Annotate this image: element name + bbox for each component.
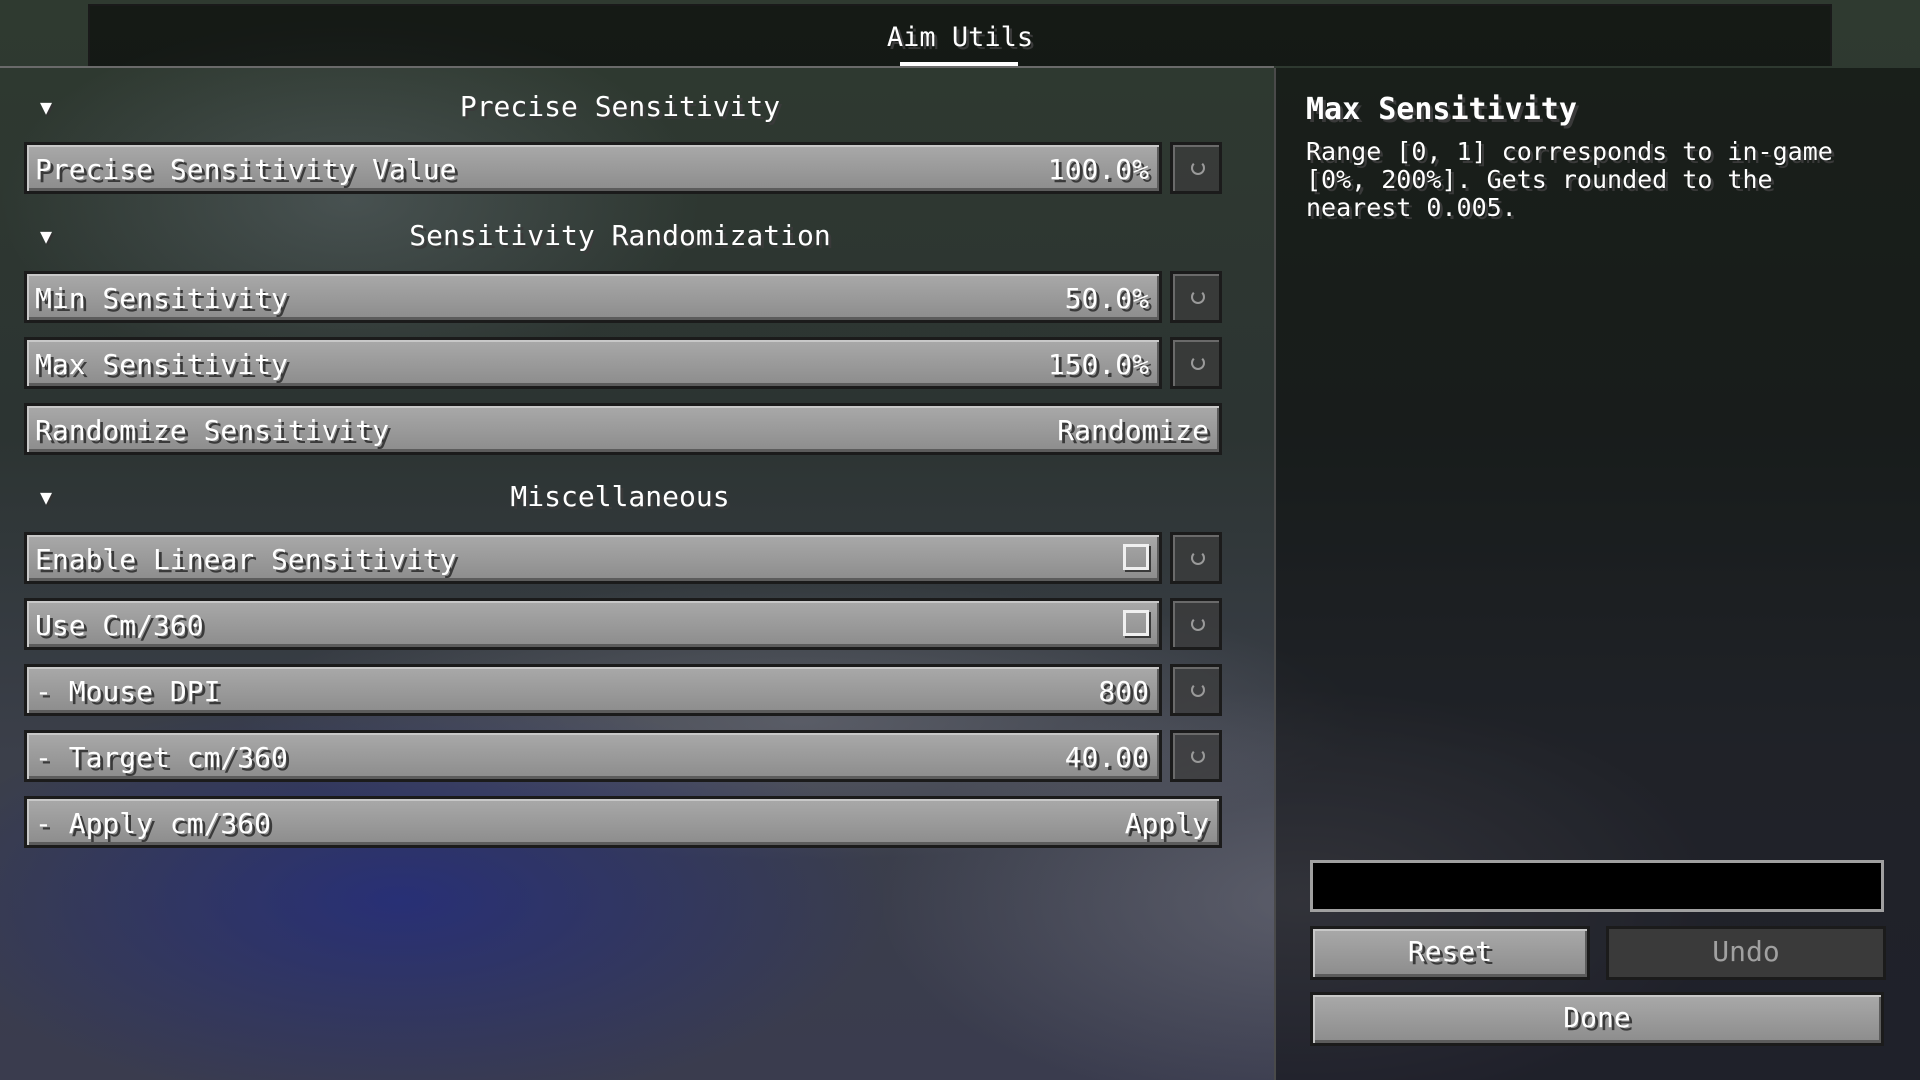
section-precise-sensitivity[interactable]: ▼ Precise Sensitivity [0, 90, 1240, 130]
use-cm360-toggle[interactable]: Use Cm/360 [24, 598, 1162, 650]
enable-linear-sensitivity-toggle[interactable]: Enable Linear Sensitivity [24, 532, 1162, 584]
tab-divider [0, 66, 1274, 68]
option-label: Max Sensitivity [35, 348, 288, 381]
value-input-field[interactable] [1310, 860, 1884, 912]
info-title: Max Sensitivity [1306, 92, 1577, 127]
mouse-dpi-field[interactable]: - Mouse DPI 800 [24, 664, 1162, 716]
reset-option-button[interactable] [1170, 598, 1222, 650]
active-tab-indicator [900, 62, 1018, 66]
section-sensitivity-randomization[interactable]: ▼ Sensitivity Randomization [0, 219, 1240, 259]
reset-option-button[interactable] [1170, 730, 1222, 782]
option-label: - Apply cm/360 [35, 807, 272, 840]
reset-arrow-icon [1191, 683, 1205, 697]
checkbox[interactable] [1123, 610, 1149, 636]
option-value: 100.0% [1047, 153, 1149, 186]
tab-aim-utils[interactable]: Aim Utils [90, 22, 1830, 53]
option-value: 800 [1098, 675, 1149, 708]
max-sensitivity-slider[interactable]: Max Sensitivity 150.0% [24, 337, 1162, 389]
target-cm360-field[interactable]: - Target cm/360 40.00 [24, 730, 1162, 782]
section-title: Miscellaneous [510, 480, 730, 513]
reset-arrow-icon [1191, 749, 1205, 763]
option-value: Randomize [1057, 414, 1209, 447]
option-label: Min Sensitivity [35, 282, 288, 315]
info-description: Range [0, 1] corresponds to in-game [0%,… [1306, 137, 1833, 222]
reset-option-button[interactable] [1170, 271, 1222, 323]
apply-cm360-button[interactable]: - Apply cm/360 Apply [24, 796, 1222, 848]
section-title: Sensitivity Randomization [409, 219, 831, 252]
option-label: - Mouse DPI [35, 675, 221, 708]
option-value: 150.0% [1047, 348, 1149, 381]
min-sensitivity-slider[interactable]: Min Sensitivity 50.0% [24, 271, 1162, 323]
reset-button[interactable]: Reset [1310, 926, 1590, 980]
precise-sensitivity-slider[interactable]: Precise Sensitivity Value 100.0% [24, 142, 1162, 194]
randomize-sensitivity-button[interactable]: Randomize Sensitivity Randomize [24, 403, 1222, 455]
option-value: Apply [1124, 807, 1209, 840]
option-label: Enable Linear Sensitivity [35, 543, 457, 576]
done-button[interactable]: Done [1310, 992, 1884, 1046]
option-label: Use Cm/360 [35, 609, 204, 642]
option-label: - Target cm/360 [35, 741, 288, 774]
reset-arrow-icon [1191, 161, 1205, 175]
reset-option-button[interactable] [1170, 142, 1222, 194]
undo-button[interactable]: Undo [1606, 926, 1886, 980]
section-miscellaneous[interactable]: ▼ Miscellaneous [0, 480, 1240, 520]
option-label: Precise Sensitivity Value [35, 153, 457, 186]
reset-option-button[interactable] [1170, 337, 1222, 389]
reset-arrow-icon [1191, 617, 1205, 631]
option-label: Randomize Sensitivity [35, 414, 390, 447]
reset-arrow-icon [1191, 356, 1205, 370]
reset-option-button[interactable] [1170, 664, 1222, 716]
option-value: 40.00 [1064, 741, 1149, 774]
reset-arrow-icon [1191, 551, 1205, 565]
reset-option-button[interactable] [1170, 532, 1222, 584]
reset-arrow-icon [1191, 290, 1205, 304]
tab-bar: Aim Utils [88, 4, 1832, 66]
checkbox[interactable] [1123, 544, 1149, 570]
option-value: 50.0% [1064, 282, 1149, 315]
section-title: Precise Sensitivity [459, 90, 781, 123]
